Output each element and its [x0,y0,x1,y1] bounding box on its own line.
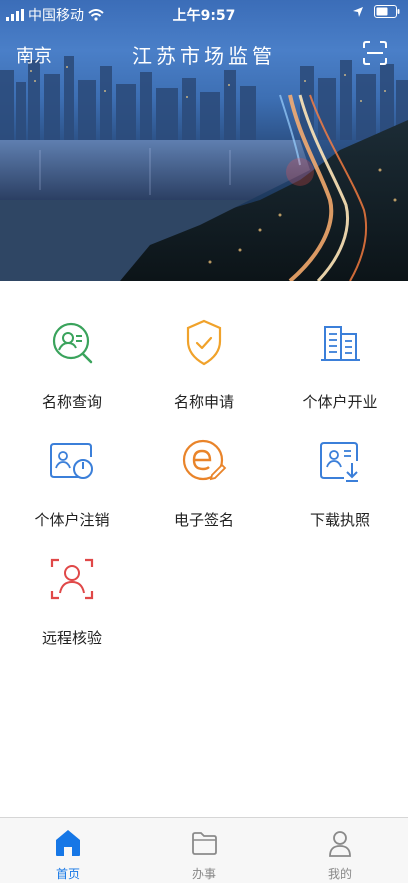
scan-icon[interactable] [362,40,388,66]
folder-icon [192,832,217,855]
face-verify-icon [50,558,94,600]
service-label: 远程核验 [41,629,102,647]
home-icon [56,830,80,856]
bottom-tab-bar: 首页 办事 我的 [0,817,408,883]
status-bar: 中国移动 上午9:57 [0,0,408,28]
user-icon [329,831,351,857]
service-business-cancel[interactable]: 个体户注销 [4,399,140,529]
service-business-open[interactable]: 个体户开业 [272,281,408,411]
tab-label: 首页 [55,867,80,881]
tab-label: 办事 [191,867,216,881]
battery-icon [374,5,400,18]
service-name-search[interactable]: 名称查询 [4,281,140,411]
id-card-power-icon [50,443,93,479]
header-banner: 中国移动 上午9:57 南京 江苏市场监管 [0,0,408,281]
name-search-icon [52,322,93,364]
e-signature-icon [182,439,227,481]
service-e-signature[interactable]: 电子签名 [136,399,272,529]
service-label: 下载执照 [309,511,370,529]
building-icon [321,326,360,361]
license-download-icon [320,442,358,482]
top-navbar: 南京 江苏市场监管 [0,38,408,70]
tab-services[interactable]: 办事 [136,818,272,883]
clock: 上午9:57 [172,8,236,24]
service-license-download[interactable]: 下载执照 [272,399,408,529]
service-label: 电子签名 [173,511,234,529]
tab-profile[interactable]: 我的 [272,818,408,883]
service-name-apply[interactable]: 名称申请 [136,281,272,411]
shield-check-icon [186,319,222,366]
tab-label: 我的 [327,867,352,881]
tab-home[interactable]: 首页 [0,818,136,883]
location-arrow-icon [353,6,363,17]
page-title: 江苏市场监管 [132,44,276,68]
service-remote-verify[interactable]: 远程核验 [4,517,140,647]
